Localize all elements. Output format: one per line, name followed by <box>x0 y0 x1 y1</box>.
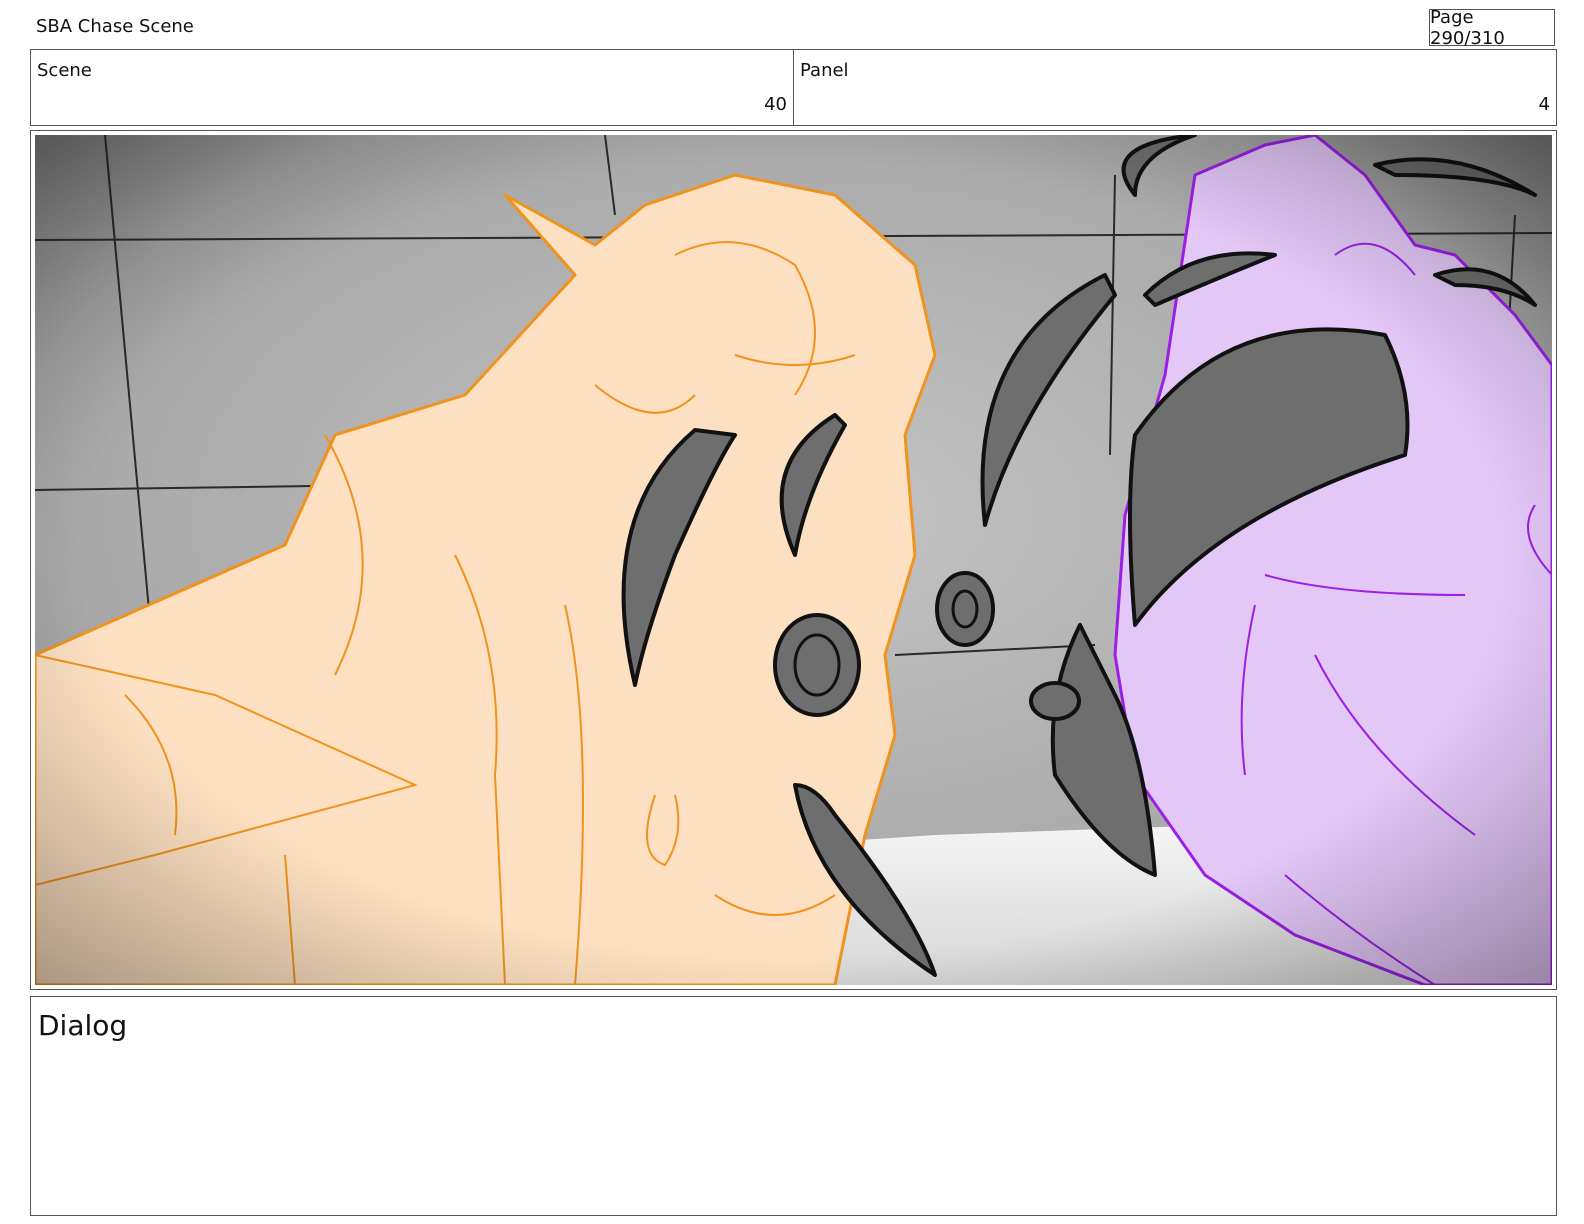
panel-number: 4 <box>1538 94 1550 115</box>
panel-label: Panel <box>800 60 849 81</box>
dialog-box: Dialog <box>30 996 1557 1216</box>
storyboard-panel-frame <box>30 130 1557 990</box>
page-number: Page 290/310 <box>1429 7 1555 49</box>
vignette-overlay <box>35 135 1552 985</box>
storyboard-sketch-image <box>35 135 1552 985</box>
scene-number: 40 <box>764 94 787 115</box>
dialog-label: Dialog <box>38 1009 128 1042</box>
scene-cell: Scene 40 <box>31 50 793 125</box>
project-title: SBA Chase Scene <box>36 16 194 37</box>
scene-label: Scene <box>37 60 92 81</box>
panel-cell: Panel 4 <box>793 50 1556 125</box>
info-row: Scene 40 Panel 4 <box>30 49 1557 126</box>
